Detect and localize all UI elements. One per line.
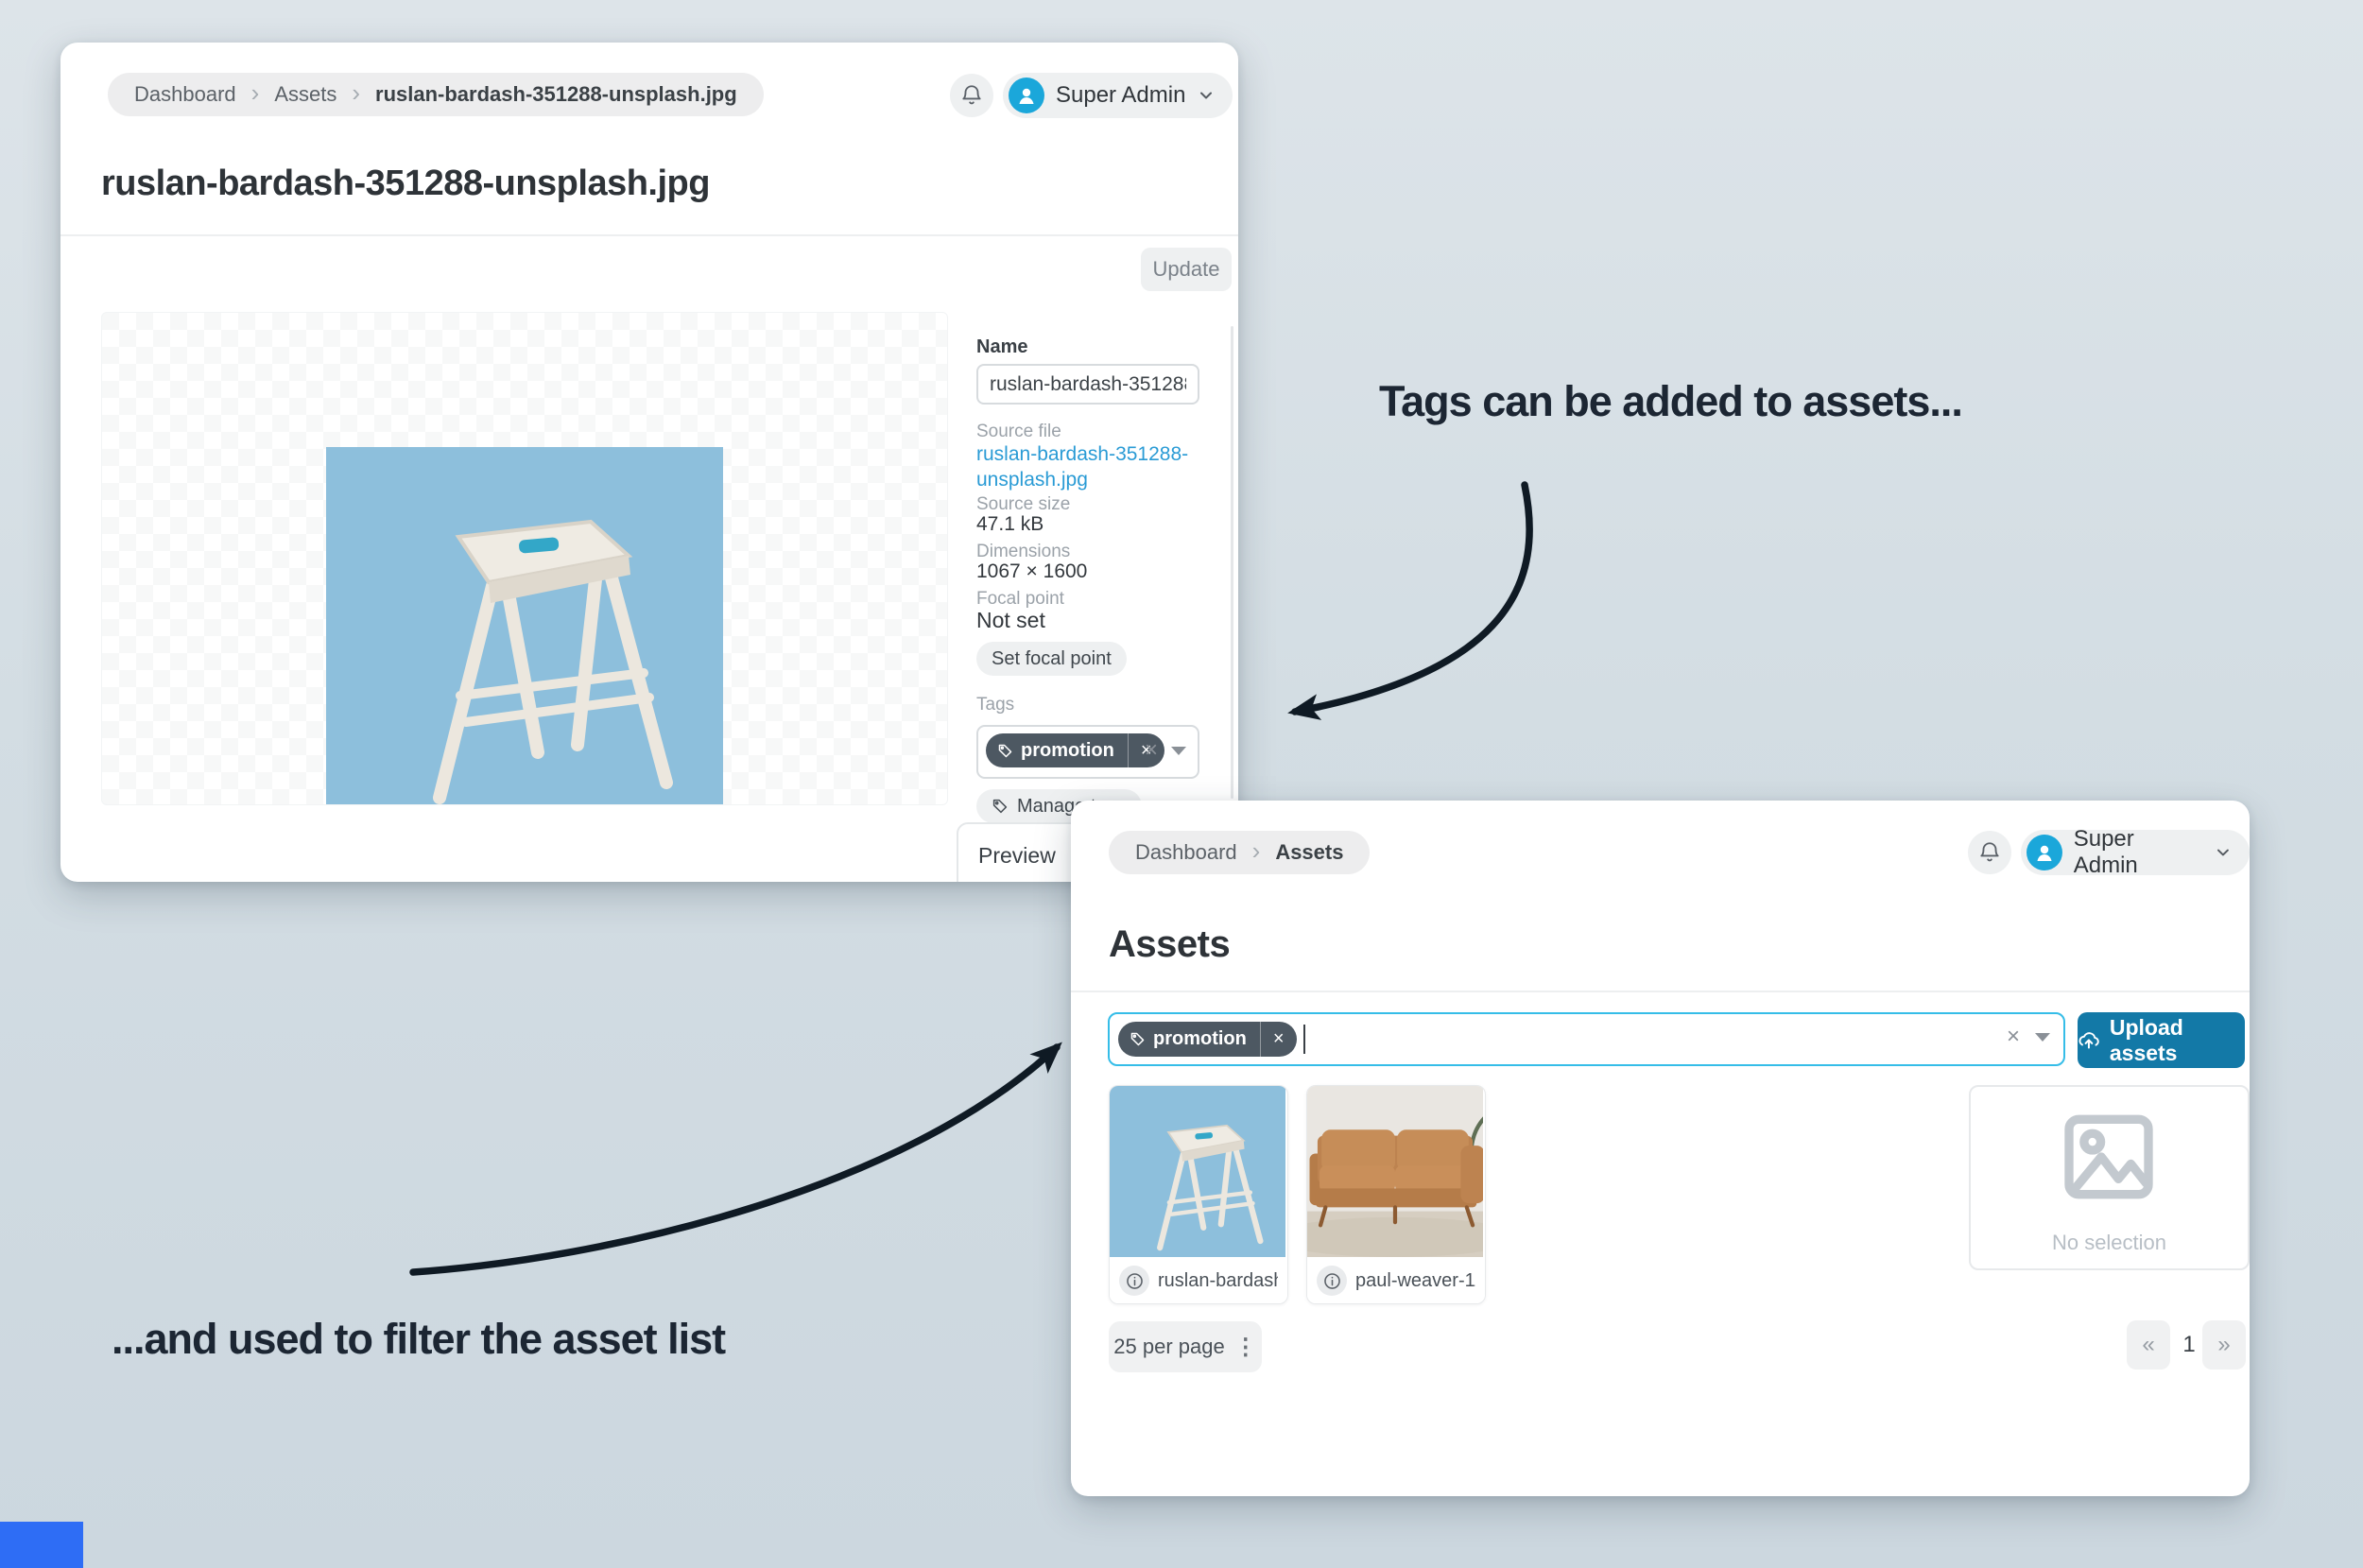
no-selection-label: No selection xyxy=(2051,1231,2167,1254)
tags-input[interactable]: promotion × × xyxy=(976,725,1199,779)
header-divider xyxy=(1071,991,2250,992)
screenshot-root: { "user_menu": {"name": "Super Admin"}, … xyxy=(0,0,2363,1568)
breadcrumb: Dashboard › Assets xyxy=(1109,831,1371,874)
per-page-selector[interactable]: 25 per page ⋮ xyxy=(1109,1321,1262,1372)
notifications-button[interactable] xyxy=(1968,831,2011,874)
pagination-next-button[interactable]: » xyxy=(2202,1320,2246,1370)
arrow-to-filter-input xyxy=(409,1042,1062,1276)
asset-detail-window: Dashboard › Assets › ruslan-bardash-3512… xyxy=(60,43,1238,882)
asset-filename: paul-weaver-11205 xyxy=(1355,1269,1475,1291)
avatar xyxy=(2027,835,2062,870)
tag-icon xyxy=(992,798,1009,815)
name-input[interactable] xyxy=(976,364,1199,405)
breadcrumb-item-dashboard[interactable]: Dashboard xyxy=(134,82,236,107)
tag-chip-promotion[interactable]: promotion × xyxy=(1118,1022,1297,1057)
annotation-tags-added: Tags can be added to assets... xyxy=(1379,377,1963,425)
breadcrumb: Dashboard › Assets › ruslan-bardash-3512… xyxy=(108,73,764,116)
asset-caption: ruslan-bardash-351288-unsplash.jpg xyxy=(1110,1258,1287,1303)
page-title: Assets xyxy=(1109,923,1231,965)
tag-icon xyxy=(997,743,1013,759)
asset-filename: ruslan-bardash-351288-unsplash.jpg xyxy=(1158,1269,1278,1291)
text-caret xyxy=(1303,1025,1305,1054)
source-file-label: Source file xyxy=(976,422,1061,441)
dropdown-caret-icon[interactable] xyxy=(2035,1033,2050,1042)
breadcrumb-item-current: ruslan-bardash-351288-unsplash.jpg xyxy=(375,82,737,106)
name-label: Name xyxy=(976,336,1028,357)
set-focal-point-button[interactable]: Set focal point xyxy=(976,642,1127,676)
image-placeholder-icon xyxy=(2046,1104,2171,1210)
kebab-menu-icon[interactable]: ⋮ xyxy=(1234,1334,1257,1361)
chevron-right-icon: › xyxy=(1251,836,1261,865)
per-page-label: 25 per page xyxy=(1113,1335,1225,1358)
breadcrumb-item-assets: Assets xyxy=(1275,840,1344,864)
upload-assets-button[interactable]: Upload assets xyxy=(2078,1012,2245,1068)
blue-corner-marker xyxy=(0,1522,83,1568)
focal-point-value: Not set xyxy=(976,608,1045,632)
arrow-to-tags-field xyxy=(1287,481,1533,720)
person-icon xyxy=(2033,841,2056,864)
dimensions-value: 1067 × 1600 xyxy=(976,560,1088,582)
tag-chip-label: promotion xyxy=(1021,739,1114,761)
source-size-label: Source size xyxy=(976,494,1071,514)
asset-thumbnail-couch xyxy=(1307,1086,1483,1257)
no-selection-panel: No selection xyxy=(1969,1085,2250,1270)
tag-chip-promotion[interactable]: promotion × xyxy=(986,733,1164,767)
source-file-link[interactable]: ruslan-bardash-351288-unsplash.jpg xyxy=(976,442,1208,493)
bell-icon xyxy=(1977,840,2002,865)
cloud-upload-icon xyxy=(2078,1028,2100,1053)
page-title: ruslan-bardash-351288-unsplash.jpg xyxy=(101,164,710,203)
source-size-value: 47.1 kB xyxy=(976,513,1044,535)
asset-thumbnail-stool xyxy=(1110,1086,1285,1257)
clear-tags-icon[interactable]: × xyxy=(1145,739,1158,762)
upload-assets-label: Upload assets xyxy=(2109,1014,2183,1065)
asset-card-stool[interactable]: ruslan-bardash-351288-unsplash.jpg xyxy=(1109,1085,1288,1304)
asset-image-stool xyxy=(326,447,723,804)
breadcrumb-item-dashboard[interactable]: Dashboard xyxy=(1135,840,1237,865)
set-focal-point-label: Set focal point xyxy=(992,647,1112,669)
dropdown-caret-icon[interactable] xyxy=(1171,747,1186,755)
field-panel: Name Source file ruslan-bardash-351288-u… xyxy=(976,43,1233,882)
tag-icon xyxy=(1130,1031,1146,1047)
tags-label: Tags xyxy=(976,695,1015,715)
clear-filter-icon[interactable]: × xyxy=(2007,1025,2020,1048)
asset-card-couch[interactable]: paul-weaver-11205 xyxy=(1306,1085,1486,1304)
breadcrumb-item-assets[interactable]: Assets xyxy=(274,82,336,107)
tag-remove-icon[interactable]: × xyxy=(1261,1028,1297,1050)
dimensions-label: Dimensions xyxy=(976,542,1071,561)
info-icon[interactable] xyxy=(1317,1266,1347,1296)
asset-caption: paul-weaver-11205 xyxy=(1307,1258,1485,1303)
chevron-down-icon xyxy=(2214,843,2233,862)
focal-point-label: Focal point xyxy=(976,589,1064,609)
pagination-prev-button[interactable]: « xyxy=(2127,1320,2170,1370)
image-preview-area xyxy=(101,312,948,805)
panel-scrollbar[interactable] xyxy=(1231,326,1233,799)
info-icon[interactable] xyxy=(1119,1266,1149,1296)
chevron-right-icon: › xyxy=(352,78,361,107)
tag-chip-label: promotion xyxy=(1153,1028,1247,1049)
pagination-current-page[interactable]: 1 xyxy=(2177,1320,2201,1370)
annotation-filter-list: ...and used to filter the asset list xyxy=(112,1315,726,1363)
user-menu[interactable]: Super Admin xyxy=(2021,826,2250,878)
asset-list-window: Dashboard › Assets Super Admin Assets pr… xyxy=(1071,801,2250,1496)
chevron-right-icon: › xyxy=(250,78,260,107)
user-name: Super Admin xyxy=(2073,826,2138,878)
tag-filter-input[interactable]: promotion × × xyxy=(1108,1012,2065,1066)
